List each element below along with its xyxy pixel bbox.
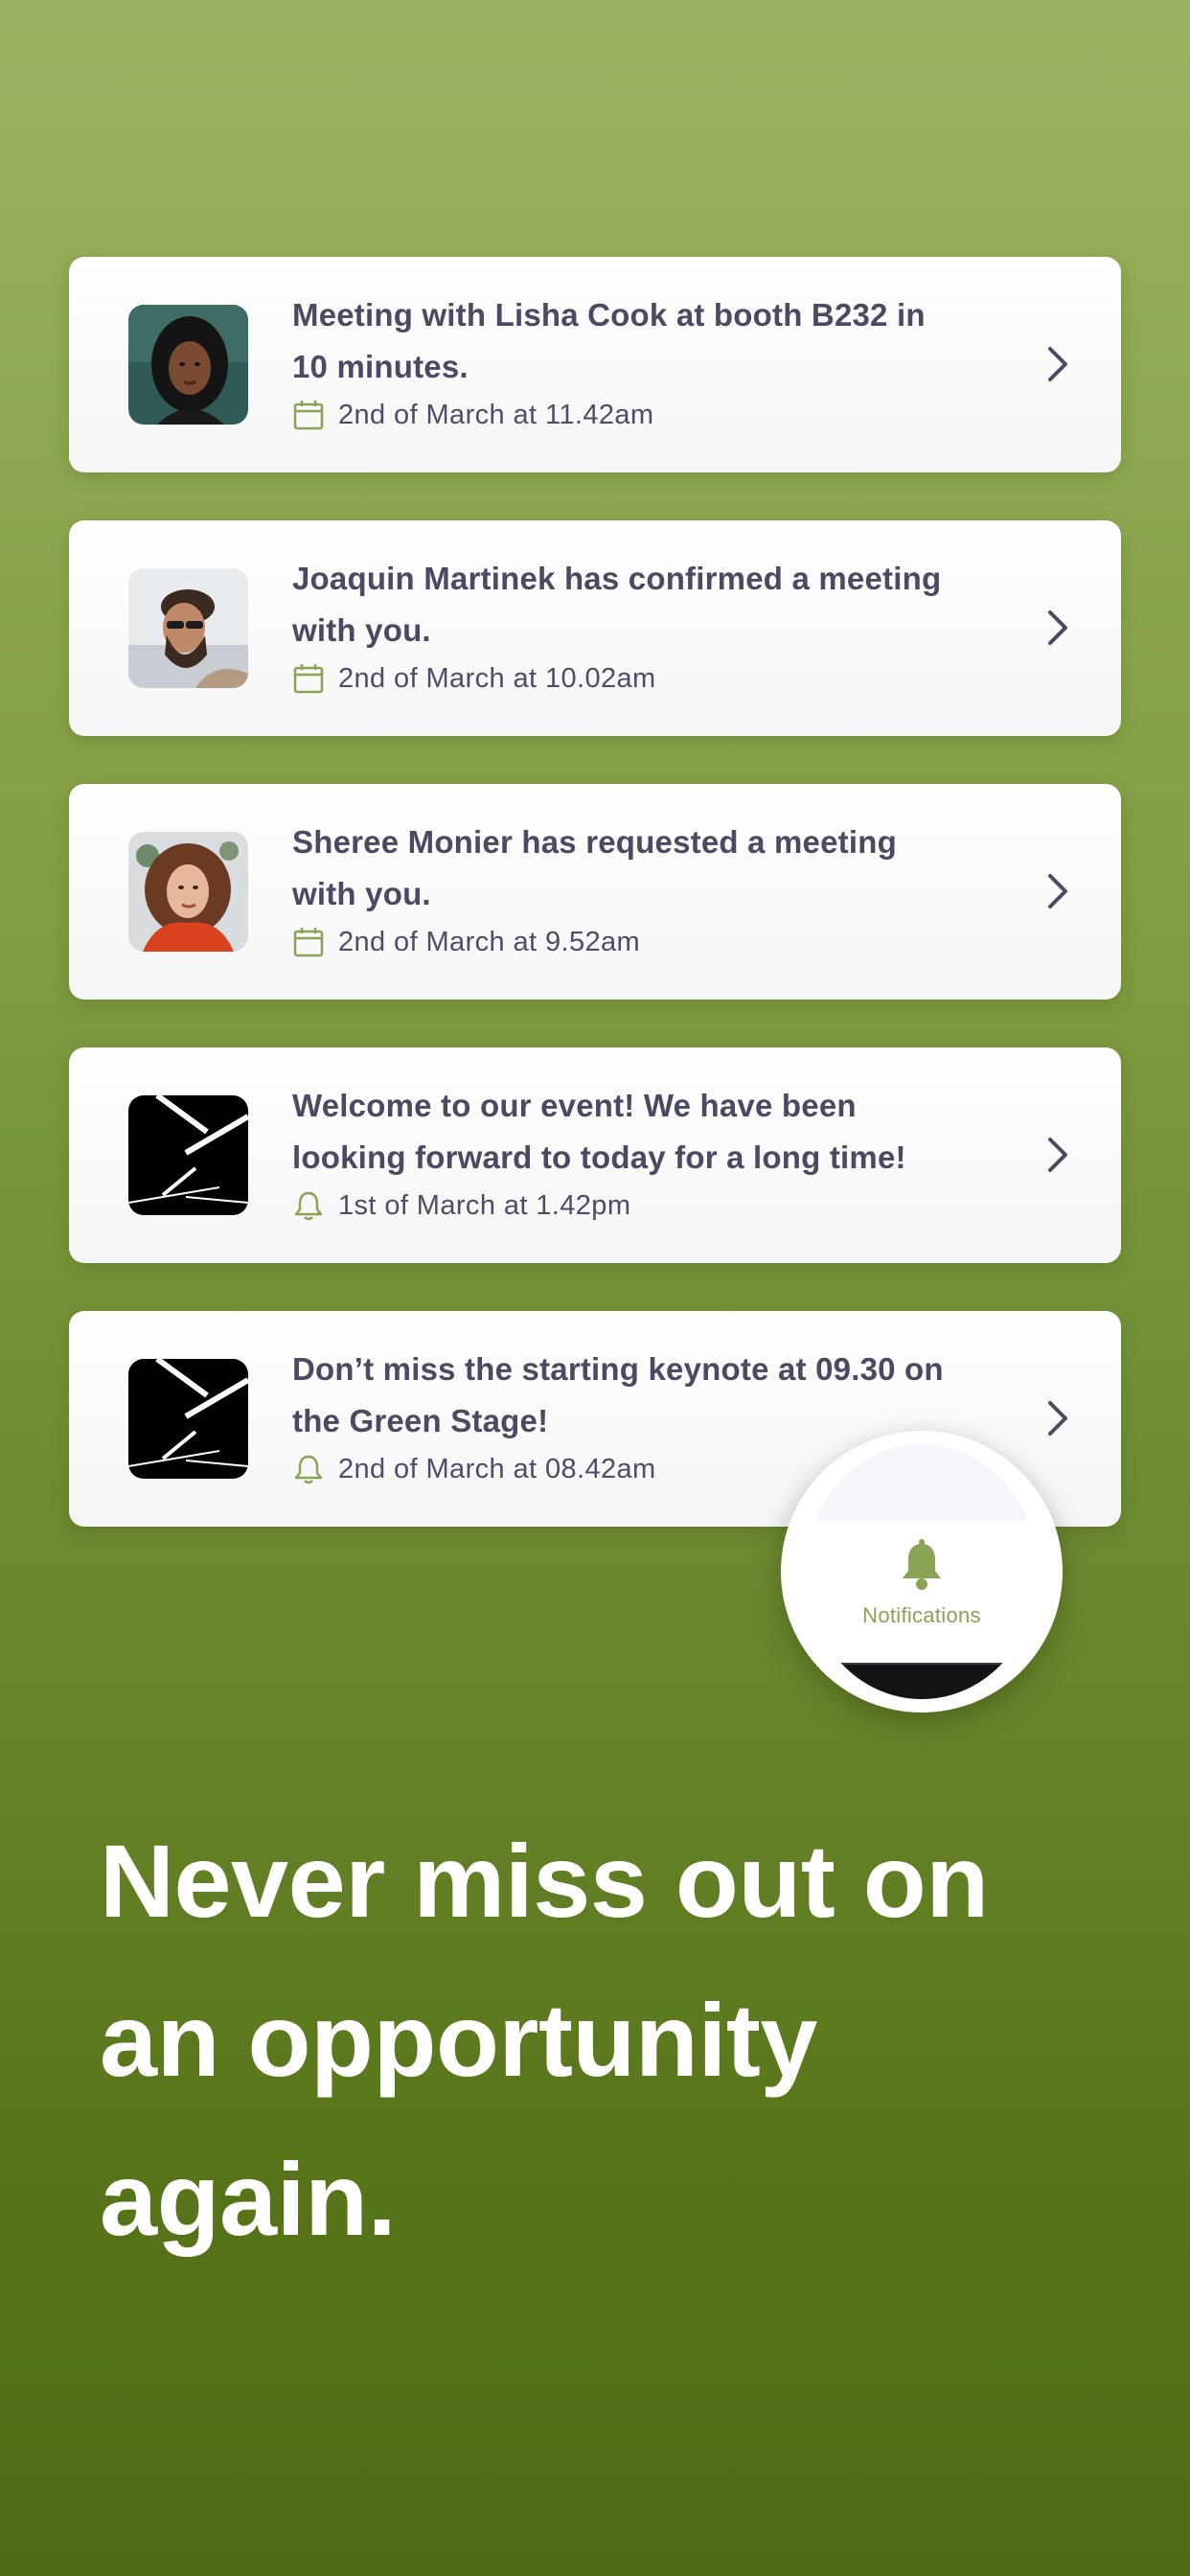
notification-title: Welcome to our event! We have been looki… [292, 1088, 906, 1175]
divider [806, 1663, 1038, 1665]
headline: Never miss out on an opportunity again. [100, 1823, 989, 2257]
notifications-tab-badge[interactable]: Notifications [781, 1431, 1063, 1713]
notifications-tab[interactable]: Notifications [806, 1444, 1038, 1699]
avatar [128, 305, 248, 425]
notification-card[interactable]: Welcome to our event! We have been looki… [69, 1047, 1121, 1263]
notification-timestamp: 2nd of March at 08.42am [338, 1453, 656, 1484]
calendar-icon [292, 926, 325, 958]
notification-timestamp: 2nd of March at 11.42am [338, 399, 654, 430]
event-logo [128, 1359, 248, 1479]
notification-card[interactable]: Joaquin Martinek has confirmed a meeting… [69, 520, 1121, 736]
avatar [128, 568, 248, 688]
notification-timestamp: 1st of March at 1.42pm [338, 1189, 631, 1221]
notification-card[interactable]: Sheree Monier has requested a meeting wi… [69, 784, 1121, 1000]
notification-timestamp: 2nd of March at 9.52am [338, 926, 641, 957]
chevron-right-icon[interactable] [1044, 1395, 1071, 1441]
notification-title: Meeting with Lisha Cook at booth B232 in… [292, 297, 926, 384]
chevron-right-icon[interactable] [1044, 868, 1071, 914]
notification-timestamp: 2nd of March at 10.02am [338, 662, 656, 694]
bell-icon [895, 1538, 949, 1592]
chevron-right-icon[interactable] [1044, 341, 1071, 387]
home-indicator-bar [806, 1663, 1038, 1699]
avatar [128, 832, 248, 952]
notification-list: Meeting with Lisha Cook at booth B232 in… [69, 257, 1121, 1575]
event-logo [128, 1095, 248, 1215]
chevron-right-icon[interactable] [1044, 605, 1071, 651]
notification-title: Sheree Monier has requested a meeting wi… [292, 824, 897, 911]
notification-title: Joaquin Martinek has confirmed a meeting… [292, 561, 942, 648]
bell-icon [292, 1189, 325, 1222]
bell-icon [292, 1453, 325, 1485]
notification-card[interactable]: Meeting with Lisha Cook at booth B232 in… [69, 257, 1121, 472]
calendar-icon [292, 399, 325, 431]
chevron-right-icon[interactable] [1044, 1132, 1071, 1178]
notification-title: Don’t miss the starting keynote at 09.30… [292, 1351, 944, 1438]
tab-label: Notifications [862, 1603, 981, 1627]
calendar-icon [292, 662, 325, 695]
tab-bar-background [806, 1444, 1038, 1521]
